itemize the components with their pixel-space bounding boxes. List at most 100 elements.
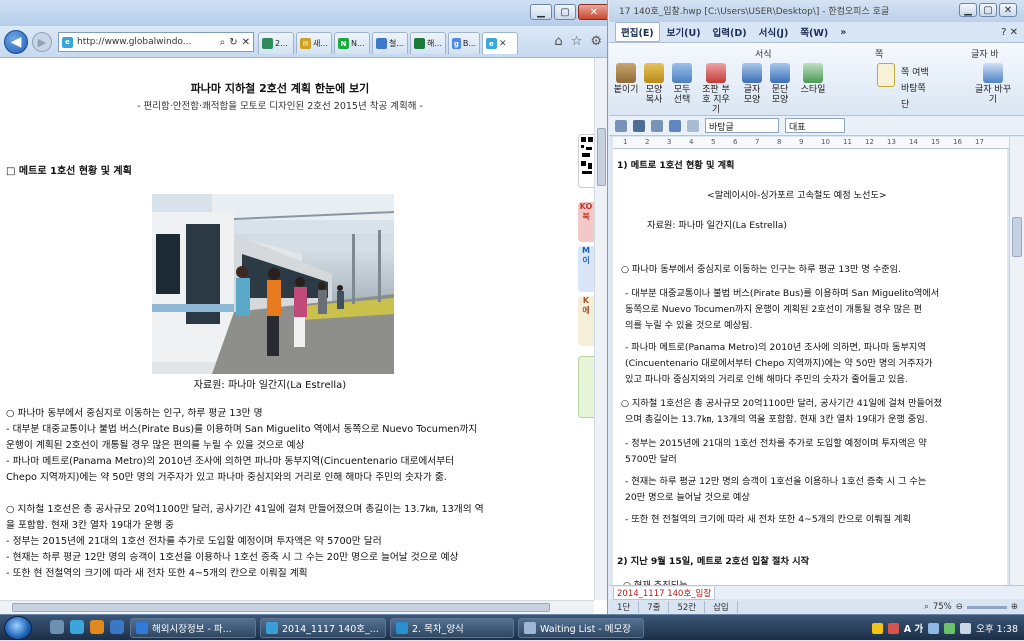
print-icon[interactable] <box>651 119 663 132</box>
char-shape-button[interactable]: 글자 모양 <box>739 63 765 105</box>
clock[interactable]: 오후 1:38 <box>976 621 1018 635</box>
tab-close-icon[interactable]: ✕ <box>499 39 507 49</box>
tray-icon[interactable] <box>887 622 899 634</box>
side-banner[interactable]: K 에 <box>578 296 594 346</box>
ribbon: 서식 쪽 글자 바 붙이기 모양 복사 모두 선택 조판 부호 지우기 글자 모… <box>609 42 1024 116</box>
vertical-scrollbar[interactable] <box>594 58 607 600</box>
system-tray: A 가 오후 1:38 <box>871 615 1024 641</box>
help-icon[interactable]: ? ✕ <box>1001 27 1024 38</box>
arrow-right-icon: ▶ <box>37 35 47 49</box>
paste-button[interactable]: 붙이기 <box>613 63 639 95</box>
page-margin-item[interactable]: 쪽 여백 <box>901 65 929 78</box>
side-banner[interactable] <box>578 356 594 418</box>
para-shape-button[interactable]: 문단 모양 <box>767 63 793 105</box>
document-tab[interactable]: 2014_1117 140호_입찰 <box>613 587 716 600</box>
redo-icon[interactable] <box>687 119 699 132</box>
search-icon[interactable]: ⌕ <box>220 37 226 48</box>
media-icon[interactable] <box>110 620 124 634</box>
network-icon[interactable] <box>944 622 956 634</box>
char-replace-button[interactable]: 글자 바꾸기 <box>975 63 1011 105</box>
undo-icon[interactable] <box>669 119 681 132</box>
qr-code[interactable] <box>578 134 594 188</box>
browser-tab[interactable]: g B... <box>448 32 480 54</box>
ruler[interactable]: 1 2 3 4 5 6 7 8 9 10 11 12 13 14 15 16 17 <box>613 137 1013 149</box>
taskbar-item[interactable]: 해외시장정보 - 파... <box>130 618 256 638</box>
browser-tab[interactable]: 해... <box>410 32 446 54</box>
mail-icon: ✉ <box>300 38 311 49</box>
side-banner[interactable]: KO 북 <box>578 202 594 242</box>
select-all-button[interactable]: 모두 선택 <box>669 63 695 105</box>
folder-icon[interactable] <box>90 620 104 634</box>
close-button[interactable]: ✕ <box>999 3 1017 17</box>
scroll-thumb[interactable] <box>1012 217 1022 257</box>
address-bar[interactable]: e http://www.globalwindo... ⌕ ↻ ✕ <box>58 32 254 52</box>
maximize-button[interactable]: ▢ <box>979 3 997 17</box>
menu-more[interactable]: » <box>835 25 851 40</box>
column-item[interactable]: 단 <box>901 97 909 110</box>
document-page[interactable]: 1) 메트로 1호선 현황 및 계획 <말레이시아-싱가포르 고속철도 예정 노… <box>613 149 1007 585</box>
back-button[interactable]: ◀ <box>4 30 28 54</box>
new-doc-icon[interactable] <box>615 119 627 132</box>
article-title: 파나마 지하철 2호선 계획 한눈에 보기 <box>190 82 370 95</box>
browser-tab-active[interactable]: e ✕ <box>482 32 518 54</box>
menu-page[interactable]: 쪽(W) <box>795 23 833 41</box>
page-setup-button[interactable] <box>875 63 897 89</box>
ie-icon[interactable] <box>70 620 84 634</box>
status-bar: 1단 7줄 52칸 삽입 ⌕ 75% ⊖ ⊕ <box>609 600 1024 614</box>
address-text[interactable]: http://www.globalwindo... <box>77 37 216 47</box>
zoom-out-icon[interactable]: ⊖ <box>956 602 963 612</box>
format-copy-button[interactable]: 모양 복사 <box>641 63 667 105</box>
style-select[interactable]: 바탕글 <box>705 118 779 133</box>
body-line: - 대부분 대중교통이나 불법 버스(Pirate Bus)를 이용하며 San… <box>6 424 478 435</box>
gear-icon[interactable]: ⚙ <box>590 34 602 49</box>
zoom-level[interactable]: 75% <box>933 602 952 612</box>
side-banner[interactable]: M 이 <box>578 246 594 292</box>
ruler-number: 1 <box>623 138 628 146</box>
refresh-icon[interactable]: ↻ <box>229 37 237 48</box>
minimize-button[interactable]: ▁ <box>959 3 977 17</box>
zoom-in-icon[interactable]: ⊕ <box>1011 602 1018 612</box>
scroll-thumb[interactable] <box>12 603 550 612</box>
body-line <box>6 486 566 502</box>
show-desktop-icon[interactable] <box>50 620 64 634</box>
start-button[interactable] <box>4 616 32 640</box>
tab-favicon-icon <box>376 38 387 49</box>
style-button[interactable]: 스타일 <box>797 63 829 95</box>
browser-tab[interactable]: 2... <box>258 32 294 54</box>
menu-insert[interactable]: 입력(D) <box>708 23 752 41</box>
taskbar-item[interactable]: 2. 목차_양식 <box>390 618 514 638</box>
browser-tab[interactable]: 철... <box>372 32 408 54</box>
body-line: - 정부는 2015년에 21대의 1호선 전차를 추가로 도입할 예정이며 투… <box>6 536 382 547</box>
menu-format[interactable]: 서식(J) <box>754 23 794 41</box>
ime-indicator[interactable]: A 가 <box>904 621 923 635</box>
clear-marks-button[interactable]: 조판 부호 지우기 <box>699 63 733 115</box>
browser-tab[interactable]: N N... <box>334 32 370 54</box>
tray-icon[interactable] <box>871 622 883 634</box>
ie-icon: e <box>486 38 497 49</box>
stop-icon[interactable]: ✕ <box>242 37 250 48</box>
scroll-thumb[interactable] <box>597 128 606 186</box>
zoom-slider[interactable] <box>966 605 1007 609</box>
close-button[interactable]: ✕ <box>578 4 607 20</box>
keyboard-icon[interactable] <box>928 622 940 634</box>
browser-tab[interactable]: ✉ 새... <box>296 32 332 54</box>
vertical-scrollbar[interactable] <box>1009 137 1024 585</box>
taskbar-item[interactable]: 2014_1117 140호_... <box>260 618 386 638</box>
font-select[interactable]: 대표 <box>785 118 845 133</box>
minimize-button[interactable]: ▁ <box>530 4 552 20</box>
taskbar-item[interactable]: Waiting List - 메모장 <box>518 618 644 638</box>
zoom-control[interactable]: ⌕ 75% ⊖ ⊕ <box>924 602 1024 612</box>
star-icon[interactable]: ☆ <box>571 34 583 49</box>
ruler-number: 2 <box>645 138 650 146</box>
volume-icon[interactable] <box>960 622 972 634</box>
maximize-button[interactable]: ▢ <box>554 4 576 20</box>
save-icon[interactable] <box>633 119 645 132</box>
forward-button[interactable]: ▶ <box>32 32 52 52</box>
menu-view[interactable]: 보기(U) <box>662 23 706 41</box>
master-page-item[interactable]: 바탕쪽 <box>901 81 926 94</box>
home-icon[interactable]: ⌂ <box>554 34 562 49</box>
doc-line: - 정부는 2015년에 21대의 1호선 전차를 추가로 도입할 예정이며 투… <box>625 438 927 449</box>
ie-icon <box>136 622 148 634</box>
horizontal-scrollbar[interactable] <box>0 600 594 614</box>
menu-edit[interactable]: 편집(E) <box>615 22 660 42</box>
